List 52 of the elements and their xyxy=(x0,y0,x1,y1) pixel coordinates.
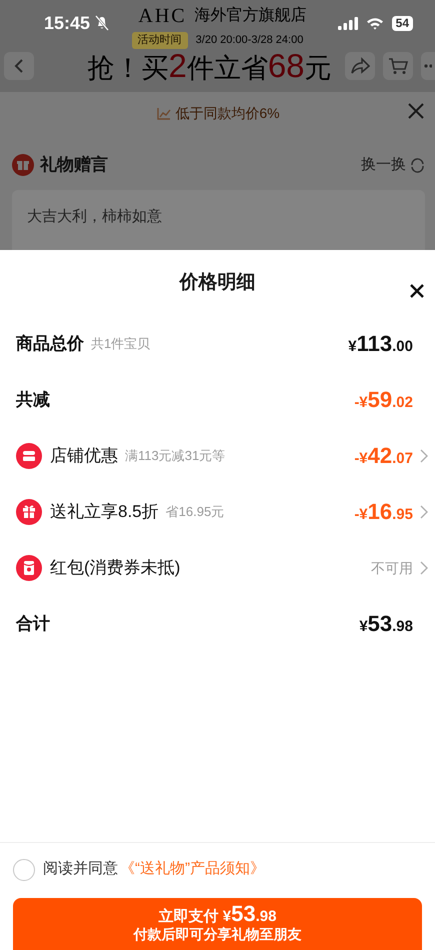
price-value: -¥59.02 xyxy=(354,389,413,411)
headline: 抢！买2件立省68元 xyxy=(86,46,333,86)
change-button[interactable]: 换一换 xyxy=(361,154,425,176)
row-label: 店铺优惠 xyxy=(50,445,118,468)
share-button[interactable] xyxy=(345,52,375,80)
more-button[interactable] xyxy=(421,52,435,80)
price-value: ¥113.00 xyxy=(348,333,413,355)
row-label: 红包(消费券未抵) xyxy=(50,557,180,580)
store-icon xyxy=(16,443,42,469)
price-value: -¥16.95 xyxy=(354,501,413,523)
more-icon xyxy=(424,64,432,68)
share-icon xyxy=(350,56,370,74)
terms-link[interactable]: 《“送礼物”产品须知》 xyxy=(120,858,265,881)
pay-button[interactable]: 立即支付 ¥53.98 付款后即可分享礼物至朋友 xyxy=(13,898,422,950)
agree-radio[interactable] xyxy=(13,858,35,880)
row-note: 省16.95元 xyxy=(166,503,224,522)
agreement-text: 阅读并同意 xyxy=(43,859,118,880)
row-label: 商品总价 xyxy=(16,333,84,356)
row-note: 共1件宝贝 xyxy=(91,335,150,354)
status-text: 不可用 xyxy=(371,558,413,578)
refresh-icon xyxy=(410,158,425,172)
row-label: 合计 xyxy=(16,613,50,636)
cart-button[interactable] xyxy=(383,52,413,80)
price-value: ¥53.98 xyxy=(359,613,413,635)
section-title: 礼物赠言 xyxy=(40,154,109,176)
cart-icon xyxy=(388,56,408,74)
back-button[interactable] xyxy=(4,52,34,80)
status-time: 15:45 xyxy=(44,12,90,34)
close-icon xyxy=(409,282,425,299)
activity-time: 3/20 20:00-3/28 24:00 xyxy=(196,33,304,48)
gift-icon xyxy=(16,499,42,525)
message-field[interactable]: 大吉大利，柿柿如意 xyxy=(12,190,425,250)
chevron-right-icon[interactable] xyxy=(420,449,428,463)
gift-icon xyxy=(12,154,34,176)
back-icon xyxy=(14,58,24,74)
trend-chart-icon xyxy=(157,106,172,120)
sheet-title: 价格明细 xyxy=(180,270,256,295)
signal-icon xyxy=(338,16,358,30)
activity-label: 活动时间 xyxy=(132,32,188,48)
row-label: 送礼立享8.5折 xyxy=(50,501,159,524)
envelope-icon xyxy=(16,555,42,581)
brand-logo: AHC xyxy=(138,4,187,29)
battery-indicator: 54 xyxy=(392,16,413,30)
store-name: 海外官方旗舰店 xyxy=(194,6,307,26)
chevron-right-icon[interactable] xyxy=(420,505,428,519)
price-note: 低于同款均价6% xyxy=(175,104,280,122)
price-value: -¥42.07 xyxy=(354,445,413,467)
close-icon xyxy=(407,102,425,120)
chevron-right-icon[interactable] xyxy=(420,561,428,575)
wifi-icon xyxy=(366,16,384,30)
row-note: 满113元减31元等 xyxy=(125,447,226,466)
row-label: 共减 xyxy=(16,389,50,412)
